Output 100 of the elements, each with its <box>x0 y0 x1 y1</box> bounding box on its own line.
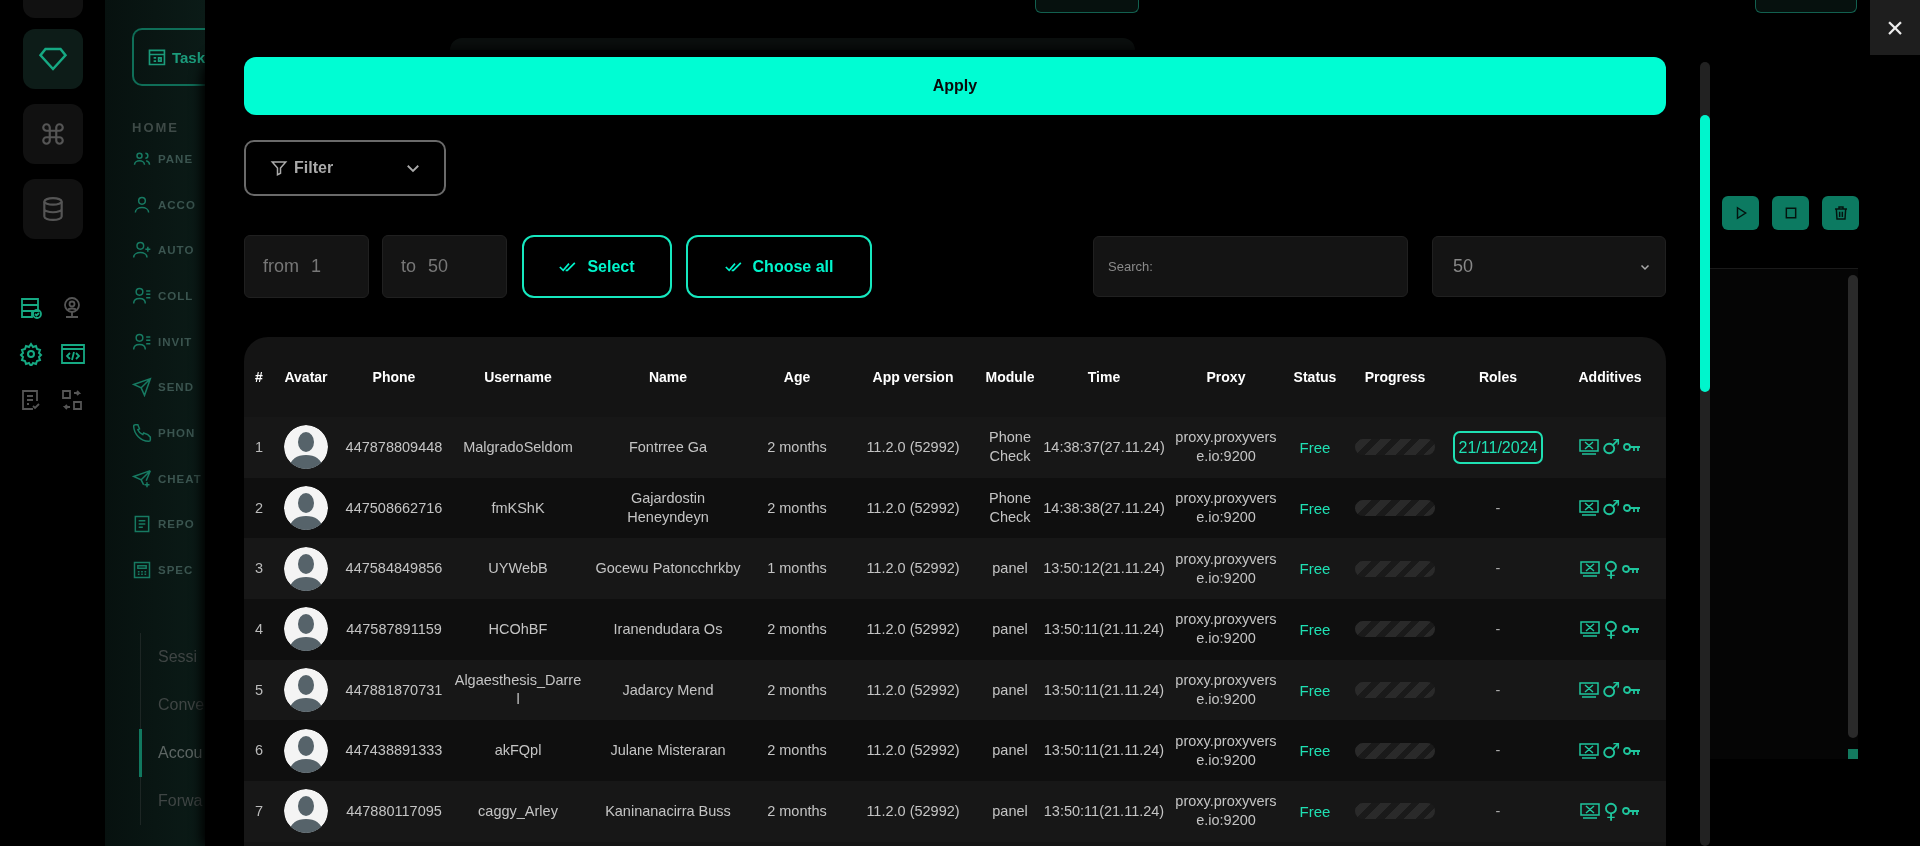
menu-item[interactable]: INVIT <box>132 318 205 365</box>
filter-dropdown[interactable]: Filter <box>244 140 446 196</box>
menu-label: PHON <box>158 426 196 439</box>
menu-item[interactable]: ACCO <box>132 181 205 228</box>
to-field[interactable]: to 50 <box>382 235 507 298</box>
avatar-icon <box>284 607 328 652</box>
scrollbar[interactable] <box>1700 62 1710 846</box>
calculator-icon <box>132 560 152 581</box>
menu-item[interactable]: PHON <box>132 410 205 456</box>
page-size-select[interactable]: 50 <box>1432 236 1666 297</box>
column-header: Avatar <box>283 368 329 387</box>
play-button[interactable] <box>1722 196 1759 230</box>
version-cell: 11.2.0 (52992) <box>844 659 982 721</box>
menu-label: SPEC <box>158 564 194 577</box>
name-cell: Gocewu Patoncchrkby <box>586 538 750 600</box>
close-button[interactable]: × <box>1870 0 1920 55</box>
document-check-icon[interactable] <box>19 388 43 412</box>
gender-sign: ♀ <box>1603 557 1619 580</box>
time-cell: 14:38:38(27.11.24) <box>1038 477 1170 539</box>
toolbar-button[interactable] <box>1035 0 1139 13</box>
module-cell: panel <box>982 720 1038 782</box>
phone-cell: 447881870731 <box>338 659 450 721</box>
time-cell: 13:50:12(21.11.24) <box>1038 538 1170 600</box>
name-cell: Gajardostin Heneyndeyn <box>586 477 750 539</box>
menu-label: REPO <box>158 518 195 531</box>
index-cell: 6 <box>244 720 274 782</box>
field-value: 1 <box>311 256 321 277</box>
column-header: Name <box>647 368 689 387</box>
column-header: Time <box>1086 368 1122 387</box>
key-icon <box>1623 684 1642 697</box>
screen-x-icon <box>1580 621 1601 638</box>
status-cell: Free <box>1282 538 1348 600</box>
apply-button[interactable]: Apply <box>244 57 1666 115</box>
age-cell: 2 months <box>750 720 844 782</box>
username-cell: fmKShK <box>450 477 586 539</box>
version-cell: 11.2.0 (52992) <box>844 720 982 782</box>
column-header: Status <box>1292 368 1338 387</box>
username-cell: akFQpl <box>450 720 586 782</box>
column-header: Username <box>483 368 553 387</box>
gear-icon[interactable] <box>19 342 43 366</box>
menu-item[interactable]: AUTO <box>132 227 205 274</box>
stop-button[interactable] <box>1772 196 1809 230</box>
age-cell: 2 months <box>750 599 844 660</box>
status-cell: Free <box>1282 599 1348 660</box>
key-icon <box>1623 441 1642 454</box>
screen-x-icon <box>1578 500 1599 517</box>
username-cell: Algaesthesis_Darrel <box>450 659 586 721</box>
scrollbar[interactable] <box>1848 275 1858 738</box>
version-cell: 11.2.0 (52992) <box>844 477 982 539</box>
resize-handle[interactable] <box>1848 749 1858 759</box>
menu-item[interactable]: PANE <box>132 136 205 182</box>
time-cell: 13:50:11(21.11.24) <box>1038 720 1170 782</box>
avatar-icon <box>284 728 328 773</box>
menu-item[interactable]: REPO <box>132 501 205 548</box>
search-field[interactable]: Search: <box>1093 236 1408 297</box>
column-header: Additives <box>1577 368 1643 387</box>
column-header: Roles <box>1477 368 1519 387</box>
roles-cell: - <box>1495 620 1501 637</box>
column-header: Phone <box>371 368 417 387</box>
menu-label: AUTO <box>158 244 195 257</box>
column-header: Module <box>984 368 1036 387</box>
menu-label: CHEAT <box>158 472 202 485</box>
menu-item[interactable]: COLL <box>132 273 205 319</box>
menu-item[interactable]: CHEAT <box>132 455 205 502</box>
menu-item[interactable]: SPEC <box>132 547 205 593</box>
name-cell: Jadarcy Mend <box>586 659 750 721</box>
time-cell: 13:50:11(21.11.24) <box>1038 659 1170 721</box>
delete-button[interactable] <box>1822 196 1859 230</box>
gender-sign: ♀ <box>1603 800 1619 823</box>
column-header: App version <box>871 368 955 387</box>
version-cell: 11.2.0 (52992) <box>844 538 982 600</box>
menu-label: ACCO <box>158 198 196 211</box>
code-window-icon[interactable] <box>60 342 86 366</box>
rail-button[interactable] <box>22 29 83 89</box>
server-check-icon[interactable] <box>19 296 43 320</box>
column-header: Progress <box>1363 368 1427 387</box>
menu-label: COLL <box>158 289 194 302</box>
age-cell: 2 months <box>750 477 844 539</box>
person-plus-icon <box>132 240 152 261</box>
choose-all-button[interactable]: Choose all <box>686 235 872 298</box>
swap-icon[interactable] <box>60 388 84 412</box>
screen-x-icon <box>1580 560 1601 577</box>
screen-x-icon <box>1580 803 1601 820</box>
select-button[interactable]: Select <box>522 235 672 298</box>
key-icon <box>1621 623 1640 636</box>
field-label: from <box>263 256 299 277</box>
gender-sign: ♀ <box>1603 618 1619 641</box>
field-label: to <box>401 256 416 277</box>
module-cell: PhoneCheck <box>982 477 1038 539</box>
username-cell: UYWebB <box>450 538 586 600</box>
version-cell: 11.2.0 (52992) <box>844 599 982 660</box>
roles-cell: - <box>1495 681 1501 698</box>
avatar-icon <box>284 425 328 470</box>
toolbar-button[interactable] <box>1755 0 1857 13</box>
avatar-icon <box>284 546 328 591</box>
from-field[interactable]: from 1 <box>244 235 369 298</box>
menu-item[interactable]: SEND <box>132 364 205 411</box>
name-cell: Iranendudara Os <box>586 599 750 660</box>
status-cell: Free <box>1282 720 1348 782</box>
index-cell: 4 <box>244 599 274 660</box>
